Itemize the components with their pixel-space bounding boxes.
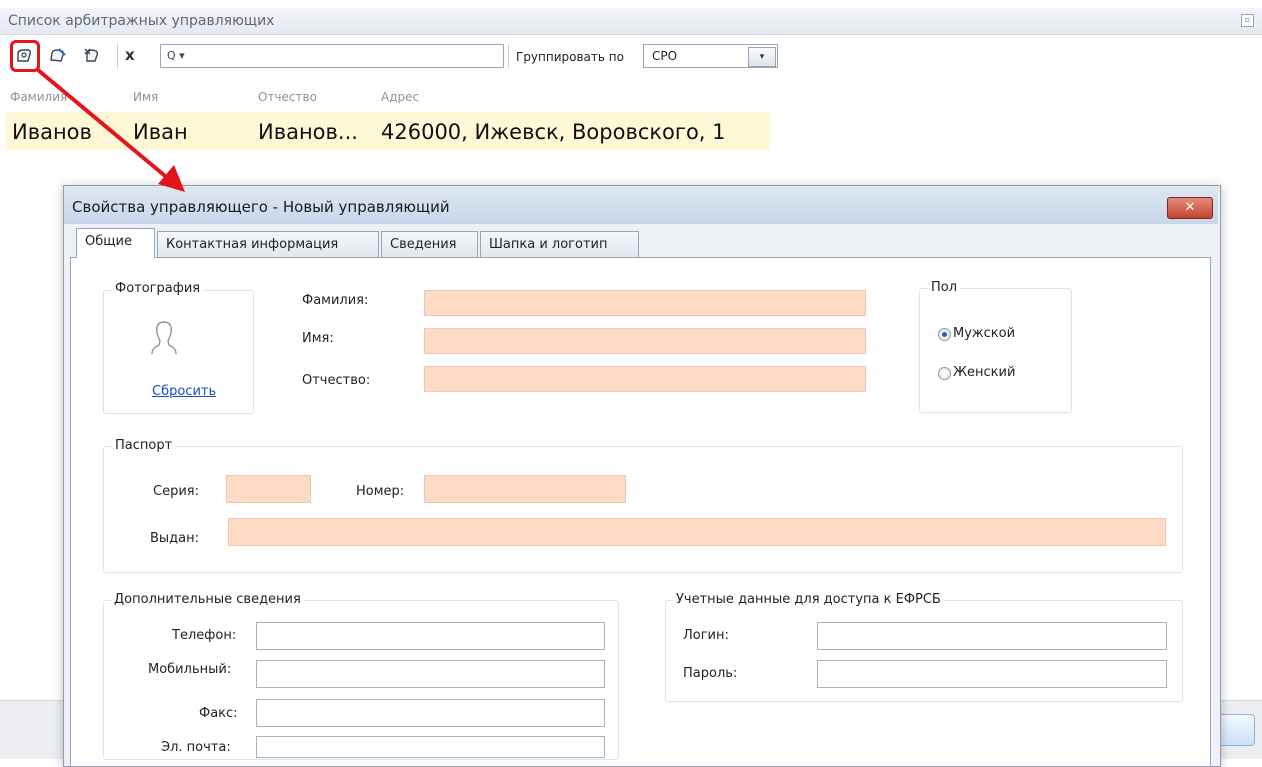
first-name-field[interactable] [424,328,866,354]
last-name-label: Фамилия: [302,293,369,308]
cell-address: 426000, Ижевск, Воровского, 1 [381,120,726,144]
dialog-title: Свойства управляющего - Новый управляющи… [72,198,450,216]
mobile-field[interactable] [256,660,605,688]
additional-info-group-title: Дополнительные сведения [111,592,304,607]
gender-male-label[interactable]: Мужской [953,326,1015,341]
fax-field[interactable] [256,699,605,727]
toolbar-separator [508,44,509,68]
passport-number-field[interactable] [424,475,626,503]
photo-group-title: Фотография [112,281,204,296]
tab-details[interactable]: Сведения [381,231,478,257]
annotation-arrow-icon [36,68,185,192]
cell-middle-name: Иванов... [258,120,358,144]
passport-group-title: Паспорт [112,438,176,453]
tab-general[interactable]: Общие [76,228,155,258]
passport-series-field[interactable] [226,475,311,503]
passport-issued-label: Выдан: [150,531,200,546]
passport-number-label: Номер: [356,484,405,499]
gender-group [919,288,1072,413]
reset-photo-link[interactable]: Сбросить [152,384,216,399]
middle-name-label: Отчество: [302,373,371,388]
first-name-label: Имя: [302,331,334,346]
password-label: Пароль: [683,666,738,681]
login-field[interactable] [817,622,1167,650]
password-field[interactable] [817,660,1167,688]
restore-icon[interactable]: ▫ [1241,14,1254,27]
efrsb-credentials-group-title: Учетные данные для доступа к ЕФРСБ [673,592,944,607]
column-header-address[interactable]: Адрес [381,90,419,104]
phone-label: Телефон: [172,628,237,643]
tab-contact-info[interactable]: Контактная информация [157,231,379,257]
fax-label: Факс: [199,706,238,721]
login-label: Логин: [683,628,729,643]
gender-group-title: Пол [928,280,961,295]
middle-name-field[interactable] [424,366,866,392]
email-field[interactable] [256,736,605,758]
gender-male-radio[interactable] [938,328,951,341]
mobile-label: Мобильный: [148,662,232,677]
footer-button[interactable] [1215,714,1255,746]
photo-placeholder[interactable] [146,318,182,362]
gender-female-radio[interactable] [938,367,951,380]
gender-female-label[interactable]: Женский [953,365,1015,380]
chevron-down-icon[interactable]: ▾ [748,47,776,67]
tab-header-logo[interactable]: Шапка и логотип [480,231,639,257]
phone-field[interactable] [256,622,605,650]
email-label: Эл. почта: [161,740,231,755]
passport-issued-field[interactable] [228,518,1166,546]
passport-group [103,446,1183,573]
last-name-field[interactable] [424,290,866,316]
close-button[interactable]: ✕ [1167,197,1213,219]
column-header-middle-name[interactable]: Отчество [258,90,317,104]
group-by-label: Группировать по [516,50,624,64]
person-icon [151,321,177,355]
passport-series-label: Серия: [153,484,199,499]
